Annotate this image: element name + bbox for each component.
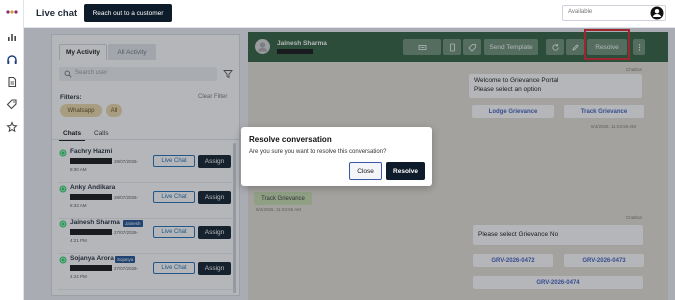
reach-out-button[interactable]: Reach out to a customer bbox=[84, 4, 172, 22]
chart-icon[interactable] bbox=[6, 30, 18, 42]
logo-icon bbox=[6, 10, 18, 14]
top-bar: Live chat Reach out to a customer Availa… bbox=[24, 0, 675, 28]
star-icon[interactable] bbox=[6, 120, 18, 133]
resolve-dialog: Resolve conversation Are you sure you wa… bbox=[241, 127, 432, 186]
dialog-title: Resolve conversation bbox=[249, 135, 332, 144]
status-value: Available bbox=[568, 9, 593, 15]
document-icon[interactable] bbox=[6, 75, 18, 88]
sidebar bbox=[0, 0, 24, 300]
dialog-message: Are you sure you want to resolve this co… bbox=[249, 149, 387, 155]
page-title: Live chat bbox=[36, 8, 78, 19]
confirm-resolve-button[interactable]: Resolve bbox=[386, 162, 425, 180]
close-button[interactable]: Close bbox=[349, 162, 382, 180]
user-avatar-icon[interactable] bbox=[650, 6, 664, 20]
tag-icon[interactable] bbox=[6, 97, 18, 110]
headset-icon[interactable] bbox=[6, 53, 18, 65]
